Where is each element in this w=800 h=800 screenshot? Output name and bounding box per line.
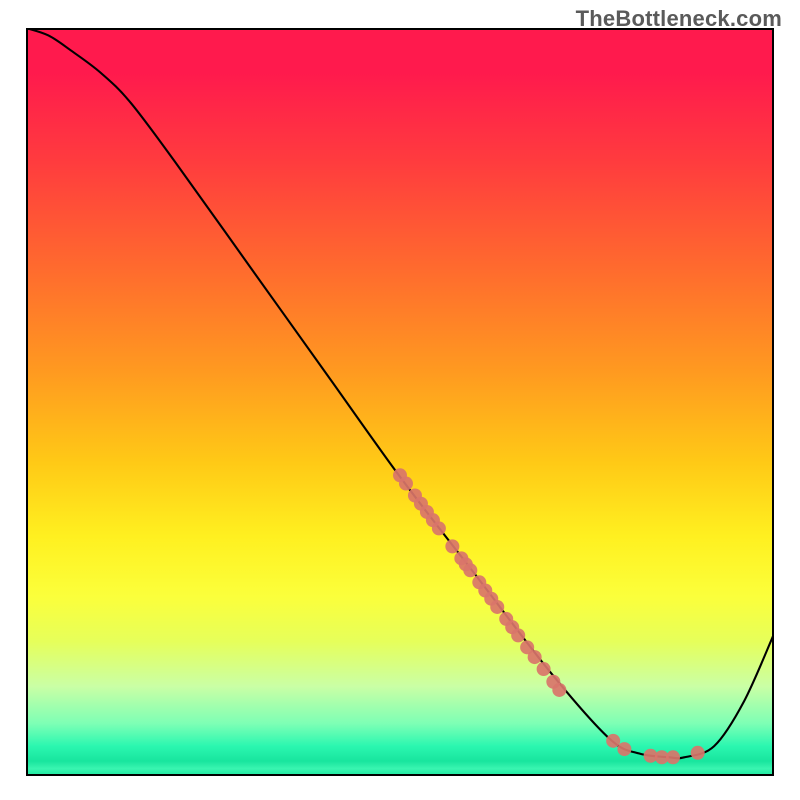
gradient-background (26, 28, 774, 776)
watermark-label: TheBottleneck.com (576, 6, 782, 32)
chart-plot-area (26, 28, 774, 776)
